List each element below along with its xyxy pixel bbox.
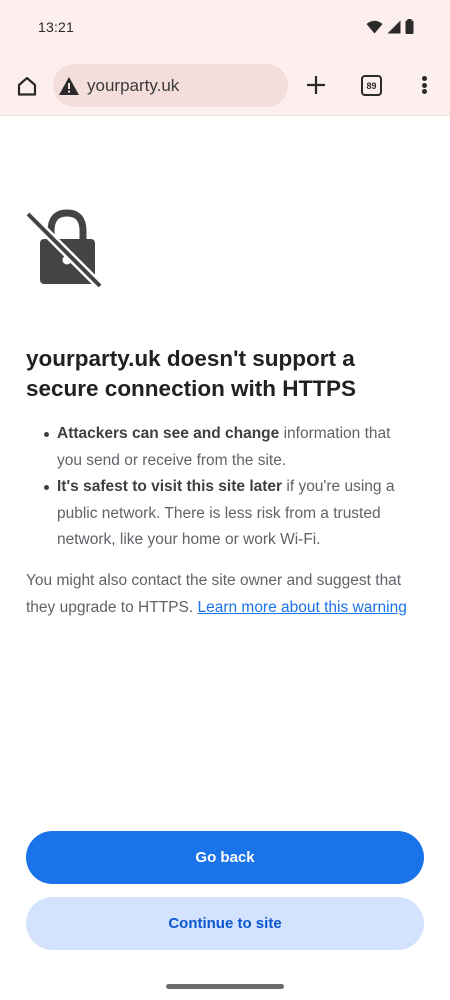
page-title: yourparty.uk doesn't support a secure co… xyxy=(26,346,357,401)
status-icons xyxy=(366,19,414,34)
more-vert-icon-dot xyxy=(421,76,427,81)
signal-icon xyxy=(387,20,401,33)
list-item: It's safest to visit this site later if … xyxy=(42,474,412,554)
lock-off-icon xyxy=(24,209,104,290)
home-icon xyxy=(17,76,37,96)
home-button[interactable] xyxy=(14,73,40,99)
plus-icon xyxy=(307,76,325,94)
not-secure-button[interactable] xyxy=(58,75,80,97)
contact-owner-paragraph: You might also contact the site owner an… xyxy=(26,568,416,621)
more-vert-icon-dot xyxy=(421,82,427,88)
list-item: Attackers can see and change information… xyxy=(42,421,412,474)
tab-count: 89 xyxy=(366,80,377,91)
browser-toolbar: yourparty.uk 89 xyxy=(0,56,450,116)
wifi-icon xyxy=(366,20,383,33)
go-back-button[interactable]: Go back xyxy=(26,831,424,884)
warning-icon xyxy=(59,76,79,95)
status-bar: 13:21 xyxy=(0,0,450,56)
new-tab-button[interactable] xyxy=(305,74,327,96)
url-text[interactable]: yourparty.uk xyxy=(87,76,179,96)
address-bar[interactable]: yourparty.uk xyxy=(53,64,288,107)
tab-switcher-button[interactable]: 89 xyxy=(361,75,382,96)
bullet-bold: It's safest to visit this site later xyxy=(57,478,283,495)
more-menu-button[interactable] xyxy=(418,73,430,97)
status-time: 13:21 xyxy=(38,19,75,35)
continue-to-site-button[interactable]: Continue to site xyxy=(26,897,424,950)
bullet-bold: Attackers can see and change xyxy=(57,425,280,442)
gesture-nav-handle[interactable] xyxy=(166,984,284,989)
learn-more-link[interactable]: Learn more about this warning xyxy=(197,599,406,616)
warning-bullets: Attackers can see and change information… xyxy=(42,421,412,554)
battery-icon xyxy=(405,19,414,34)
more-vert-icon-dot xyxy=(421,89,427,94)
